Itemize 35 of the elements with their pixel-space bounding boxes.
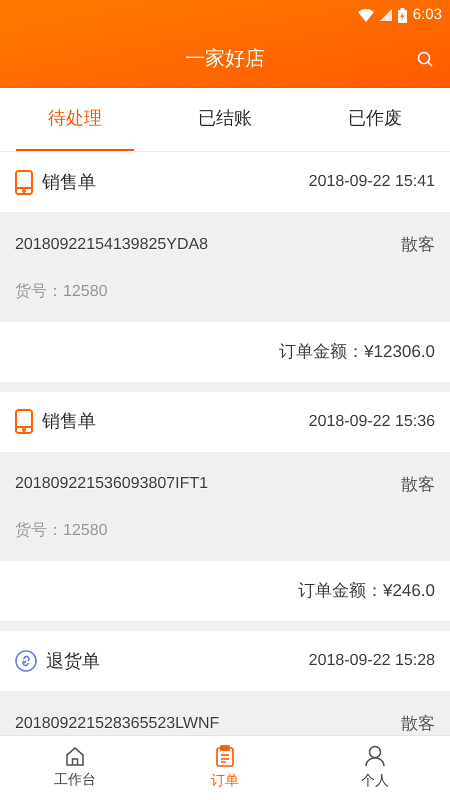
person-icon (365, 745, 385, 767)
search-icon[interactable] (417, 51, 433, 67)
wifi-icon (358, 8, 374, 22)
tab[interactable]: 已结账 (166, 88, 284, 151)
status-time: 6:03 (412, 4, 442, 25)
customer-label: 散客 (401, 474, 435, 496)
order-type: 退货单 (46, 650, 101, 672)
order-header[interactable]: 销售单 2018-09-22 15:36 (0, 392, 450, 452)
tab[interactable]: 已作废 (316, 88, 434, 151)
item-number: 货号：12580 (15, 282, 108, 302)
clipboard-icon (216, 745, 234, 767)
link-icon (15, 650, 37, 672)
signal-icon (380, 9, 392, 21)
item-number: 货号：12580 (15, 521, 108, 541)
order-total: 订单金额：¥246.0 (298, 580, 435, 602)
order-header[interactable]: 销售单 2018-09-22 15:41 (0, 152, 450, 212)
order-time: 2018-09-22 15:41 (308, 172, 435, 192)
order-total: 订单金额：¥12306.0 (279, 340, 435, 363)
home-icon (65, 746, 85, 766)
order-number: 201809221536093807IFT1 (15, 474, 208, 494)
customer-label: 散客 (401, 234, 435, 256)
order-type: 销售单 (42, 410, 97, 433)
phone-icon (15, 170, 33, 194)
order-header[interactable]: 退货单 2018-09-22 15:28 (0, 631, 450, 691)
app-title: 一家好店 (185, 47, 265, 72)
order-number: 201809221528365523LWNF (15, 714, 220, 734)
phone-icon (15, 409, 33, 434)
order-type: 销售单 (42, 170, 97, 194)
battery-icon (398, 8, 407, 22)
customer-label: 散客 (401, 713, 435, 735)
order-number: 20180922154139825YDA8 (15, 234, 208, 255)
order-time: 2018-09-22 15:36 (308, 412, 435, 432)
nav-tab[interactable]: 工作台 (0, 736, 150, 800)
order-time: 2018-09-22 15:28 (308, 651, 435, 671)
nav-tab[interactable]: 个人 (300, 736, 450, 800)
